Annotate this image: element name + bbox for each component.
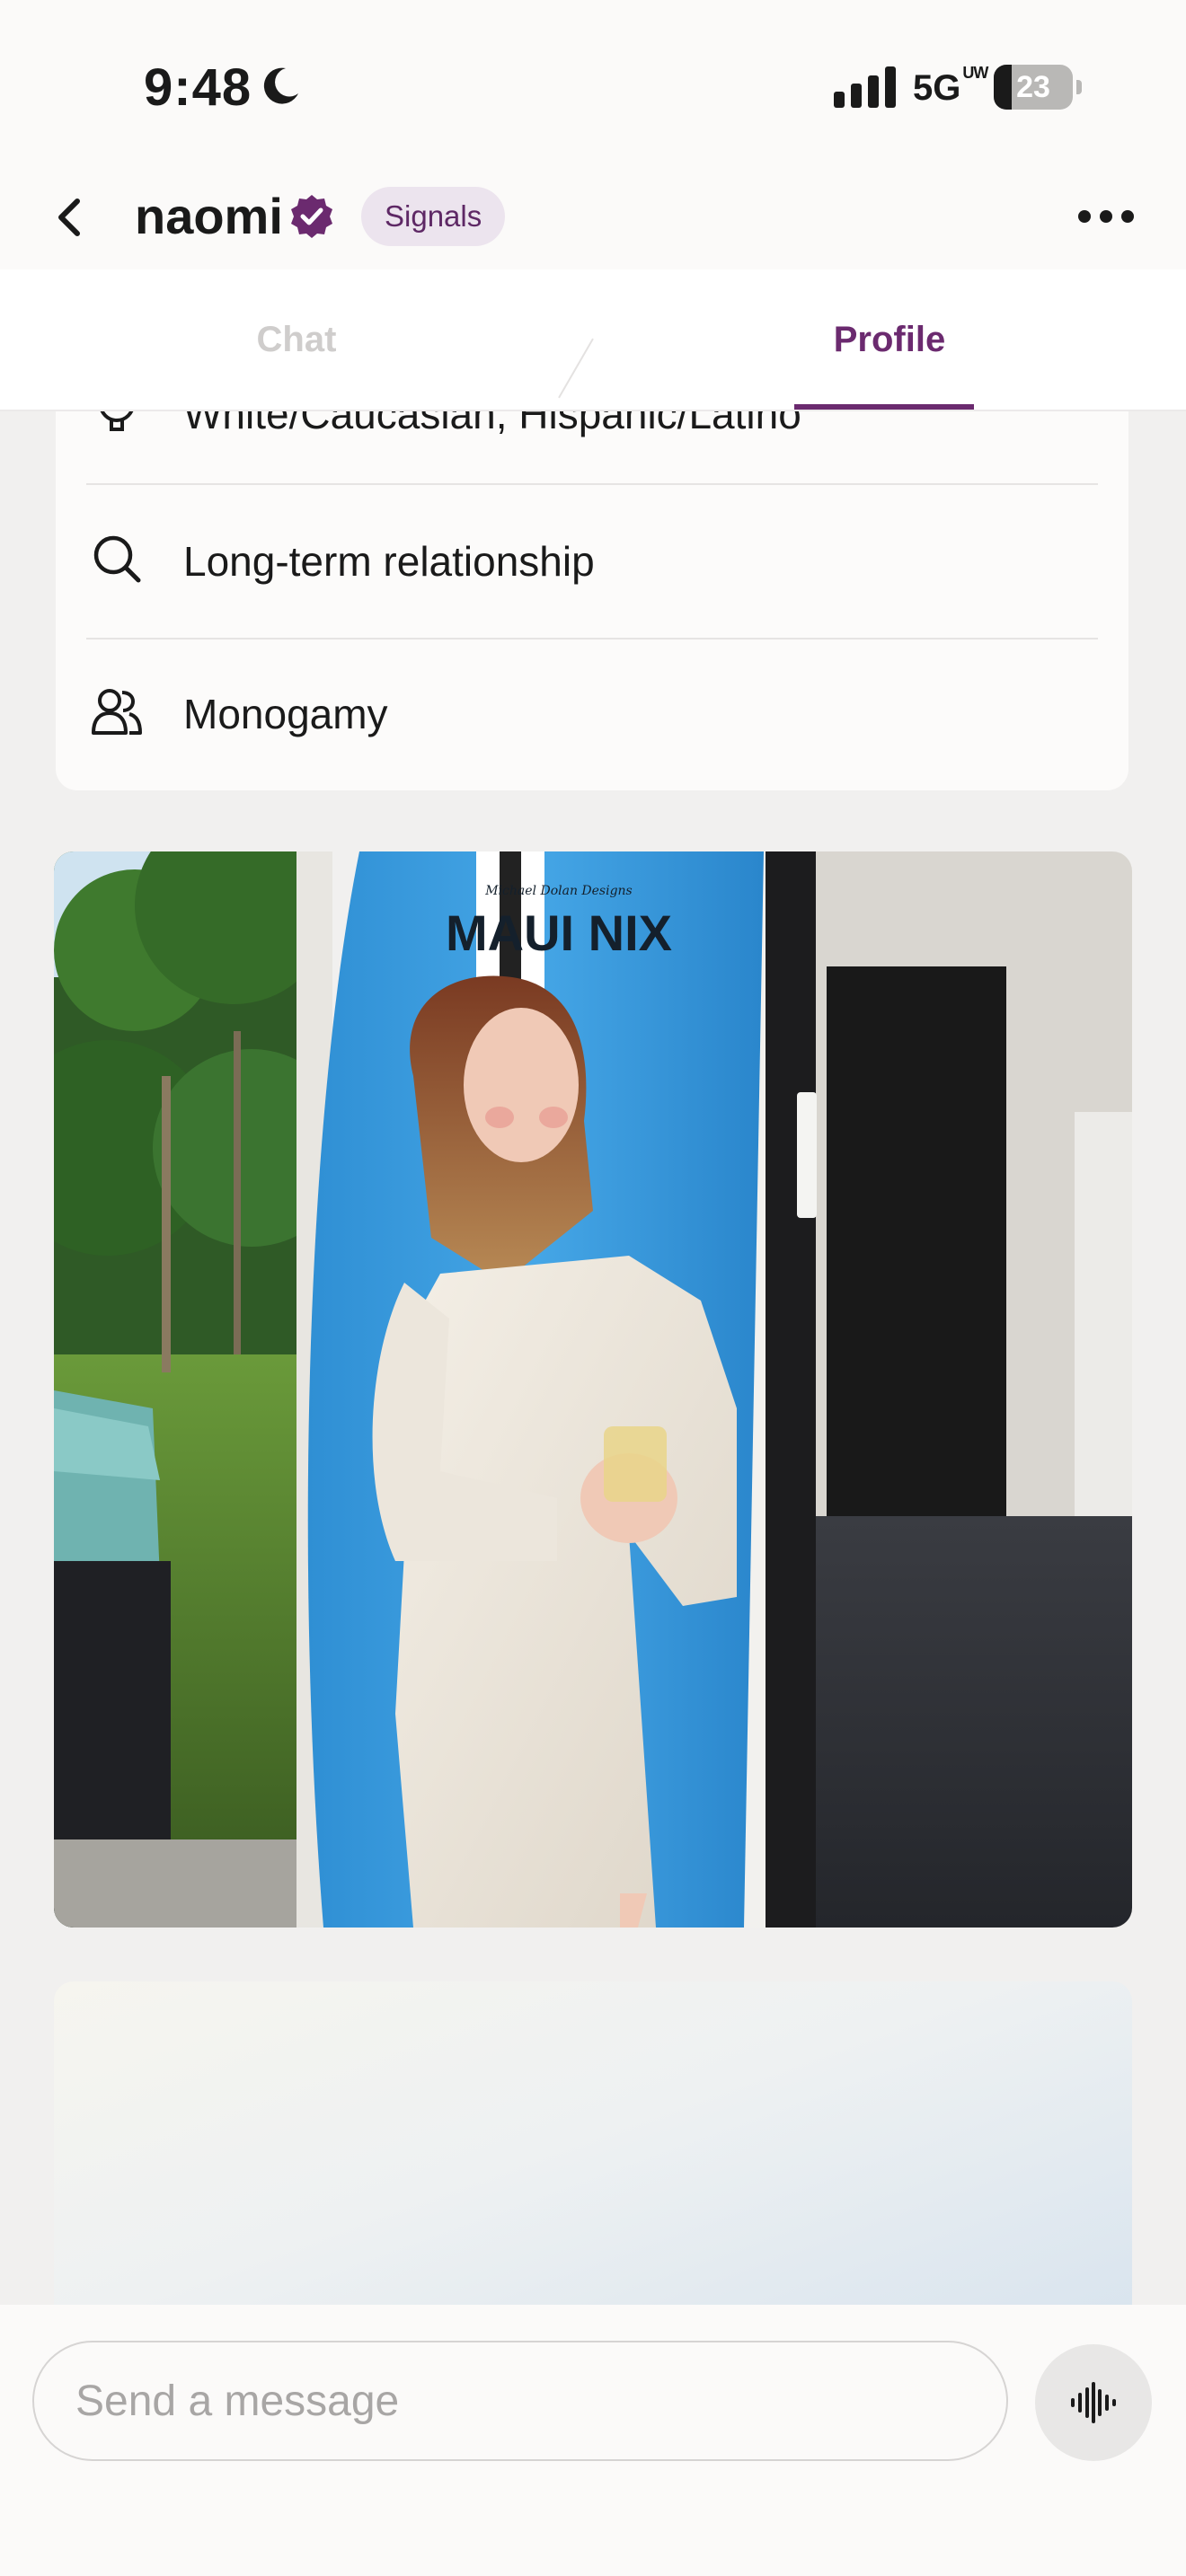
back-chevron-icon[interactable] — [47, 192, 97, 243]
profile-photo-2-image — [54, 1981, 1132, 2307]
detail-text-ethnicity: White/Caucasian, Hispanic/Latino — [183, 411, 801, 437]
voice-waveform-icon — [1071, 2382, 1116, 2423]
profile-details-card: White/Caucasian, Hispanic/Latino Long-te… — [56, 411, 1128, 790]
battery-level: 23 — [1016, 70, 1050, 104]
surfboard-text: MAUI NIX — [446, 904, 672, 961]
moon-icon — [263, 67, 298, 104]
network-type: 5G — [913, 68, 961, 108]
voice-message-button[interactable] — [1035, 2344, 1152, 2461]
search-icon — [93, 535, 141, 583]
more-dots-icon[interactable] — [1075, 194, 1137, 239]
detail-row-relationship-type: Monogamy — [56, 640, 1128, 792]
message-composer — [0, 2305, 1186, 2576]
profile-photo-2[interactable] — [54, 1981, 1132, 2307]
detail-row-looking-for: Long-term relationship — [56, 485, 1128, 638]
ethnicity-icon — [100, 411, 134, 431]
active-tab-indicator — [794, 404, 974, 410]
detail-text-looking-for: Long-term relationship — [183, 538, 595, 585]
signals-badge[interactable]: Signals — [361, 187, 506, 246]
surfboard-small-text: Michael Dolan Designs — [484, 884, 633, 898]
people-icon — [92, 689, 142, 735]
profile-name[interactable]: naomi — [135, 187, 283, 245]
profile-scroll-area[interactable]: White/Caucasian, Hispanic/Latino Long-te… — [0, 411, 1186, 2307]
status-bar: 9:48 5G UW 23 — [0, 0, 1186, 171]
network-suffix: UW — [962, 63, 988, 82]
verified-badge-icon — [291, 195, 332, 238]
chat-header: naomi Signals — [0, 171, 1186, 269]
tab-chat[interactable]: Chat — [0, 269, 593, 410]
signal-bars-icon — [834, 66, 896, 108]
profile-photo-image: MAUI NIX Michael Dolan Designs — [54, 851, 1132, 1928]
battery-icon: 23 — [994, 65, 1082, 110]
message-input[interactable] — [32, 2341, 1008, 2461]
tab-profile[interactable]: Profile — [593, 269, 1186, 410]
status-time: 9:48 — [144, 58, 252, 117]
tab-bar: Chat Profile — [0, 269, 1186, 411]
profile-photo[interactable]: MAUI NIX Michael Dolan Designs — [54, 851, 1132, 1928]
detail-text-relationship-type: Monogamy — [183, 691, 388, 737]
network-label: 5G UW — [913, 64, 988, 109]
